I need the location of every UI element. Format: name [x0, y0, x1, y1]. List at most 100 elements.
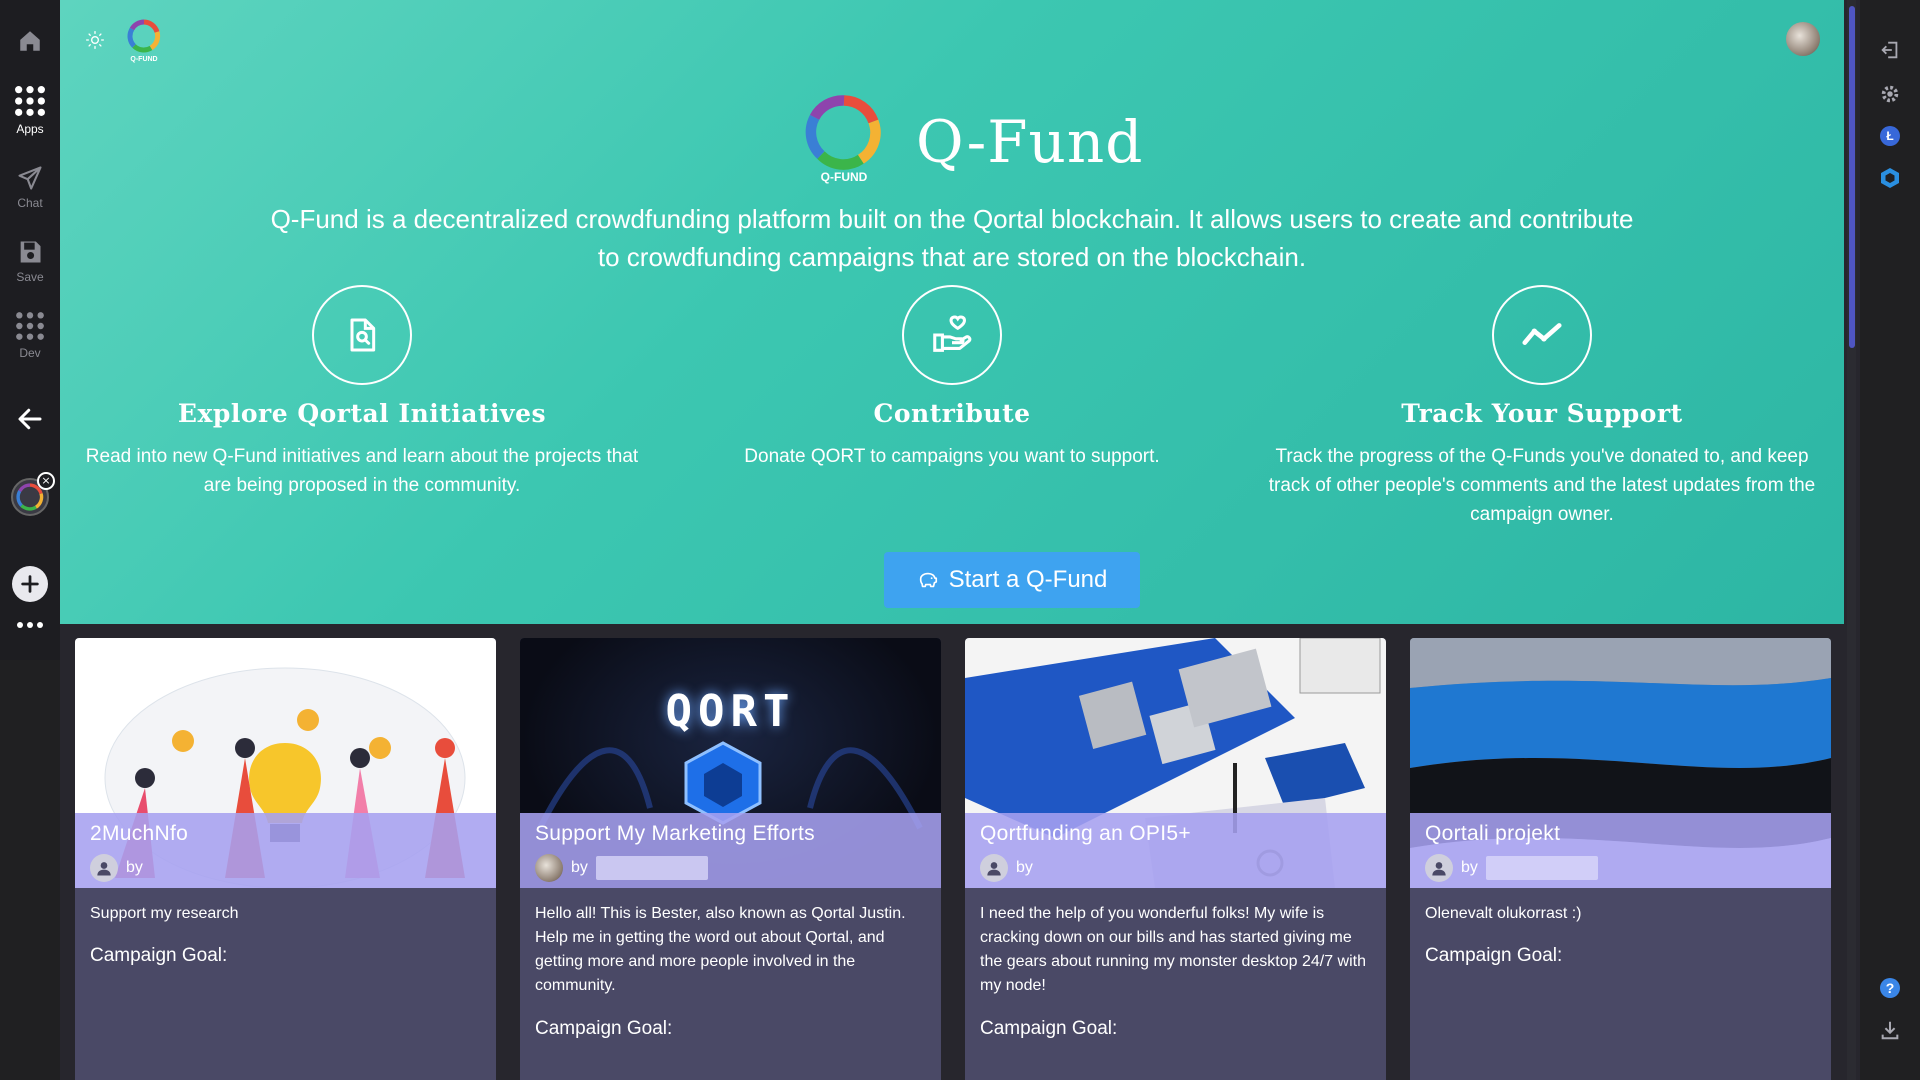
campaign-author: by — [1425, 854, 1598, 882]
dev-grid-icon — [16, 312, 44, 340]
campaign-author: by — [90, 854, 143, 882]
open-app-qfund[interactable]: × — [0, 472, 60, 516]
sun-icon — [86, 31, 105, 49]
download-button[interactable] — [1878, 1018, 1902, 1042]
author-avatar — [980, 854, 1008, 882]
feature-icon-circle — [1492, 285, 1592, 385]
author-name-redacted — [595, 856, 708, 880]
more-dots-icon — [17, 622, 43, 628]
feature-description: Track the progress of the Q-Funds you've… — [1268, 446, 1816, 525]
qortal-hex-icon — [1881, 168, 1899, 188]
by-label: by — [1461, 859, 1478, 876]
add-app-button[interactable] — [0, 566, 60, 602]
author-name-redacted — [1485, 856, 1598, 880]
feature-icon-circle — [902, 285, 1002, 385]
feature-track: Track Your Support Track the progress of… — [1252, 285, 1832, 529]
back-button[interactable] — [0, 404, 60, 434]
feature-description: Read into new Q-Fund initiatives and lea… — [85, 446, 639, 496]
campaign-card[interactable]: QORT Support My Marketing Efforts by Hel… — [520, 638, 941, 1080]
home-icon — [20, 31, 40, 51]
by-label: by — [1016, 859, 1033, 876]
right-sidebar: Ł ? — [1860, 0, 1920, 1080]
campaign-card[interactable]: 2MuchNfo by Support my research Campaign… — [75, 638, 496, 1080]
campaign-goal-label: Campaign Goal: — [535, 1018, 673, 1039]
person-icon — [97, 862, 111, 876]
author-avatar — [1425, 854, 1453, 882]
hero-section: Q-FUND Q-FUND Q-Fund Q-Fund is a decentr… — [60, 0, 1844, 624]
main-scrollbar-thumb[interactable] — [1849, 6, 1855, 348]
left-sidebar-nav: Apps Chat Save Dev × — [0, 0, 60, 660]
sidebar-item-label: Apps — [16, 122, 44, 136]
campaign-title: Support My Marketing Efforts — [535, 822, 815, 845]
person-icon — [1432, 862, 1446, 876]
theme-toggle-button[interactable] — [85, 30, 105, 54]
person-icon — [987, 862, 1001, 876]
campaign-card[interactable]: Qortali projekt by Olenevalt olukorrast … — [1410, 638, 1831, 1080]
piggy-bank-icon — [919, 572, 937, 588]
coin-icon: Ł — [1880, 126, 1900, 146]
campaign-author: by — [535, 854, 708, 882]
feature-title: Explore Qortal Initiatives — [177, 399, 547, 428]
intro-text: Q-Fund is a decentralized crowdfunding p… — [270, 204, 1634, 272]
author-avatar — [535, 854, 563, 882]
page-title: Q-Fund — [916, 108, 1144, 176]
wallet-button[interactable]: Ł — [1878, 124, 1902, 148]
campaign-description: Support my research — [90, 905, 239, 922]
feature-explore: Explore Qortal Initiatives Read into new… — [72, 285, 652, 500]
campaign-author: by — [980, 854, 1033, 882]
help-button[interactable]: ? — [1878, 976, 1902, 1000]
logout-button[interactable] — [1878, 38, 1902, 62]
sidebar-item-label: Dev — [19, 346, 41, 360]
sidebar-item-label: Save — [16, 270, 44, 284]
campaign-card[interactable]: Qortfunding an OPI5+ by I need the help … — [965, 638, 1386, 1080]
heart-hand-icon — [933, 315, 972, 352]
logout-icon — [1881, 41, 1898, 59]
campaign-description: I need the help of you wonderful folks! … — [980, 905, 1366, 994]
feature-icon-circle — [312, 285, 412, 385]
send-icon — [18, 166, 42, 190]
document-search-icon — [350, 318, 376, 352]
campaign-description: Olenevalt olukorrast :) — [1425, 905, 1582, 922]
qfund-logo-small[interactable]: Q-FUND — [120, 16, 168, 64]
author-avatar — [90, 854, 118, 882]
left-sidebar: Apps Chat Save Dev × — [0, 0, 60, 1080]
sidebar-item-save[interactable]: Save — [0, 238, 60, 284]
qfund-logo: Q-FUND — [802, 94, 886, 190]
campaign-title: Qortfunding an OPI5+ — [980, 822, 1191, 845]
home-button[interactable] — [0, 28, 60, 54]
close-app-icon[interactable]: × — [37, 472, 55, 490]
help-icon: ? — [1880, 978, 1900, 998]
by-label: by — [571, 859, 588, 876]
logo-caption-small: Q-FUND — [130, 56, 158, 63]
app-header: Q-FUND Q-Fund — [802, 94, 1143, 190]
more-button[interactable] — [0, 620, 60, 630]
gear-icon — [1881, 85, 1899, 103]
logo-caption: Q-FUND — [820, 170, 868, 184]
campaign-goal-label: Campaign Goal: — [980, 1018, 1118, 1039]
trend-line-icon — [1522, 323, 1562, 345]
apps-grid-icon — [15, 86, 45, 116]
qortal-button[interactable] — [1878, 166, 1902, 190]
by-label: by — [126, 859, 143, 876]
start-qfund-button[interactable]: Start a Q-Fund — [884, 552, 1140, 608]
sidebar-item-dev[interactable]: Dev — [0, 310, 60, 360]
sidebar-item-chat[interactable]: Chat — [0, 164, 60, 210]
user-avatar[interactable] — [1786, 22, 1820, 56]
campaign-goal-label: Campaign Goal: — [1425, 945, 1563, 966]
feature-title: Contribute — [873, 399, 1031, 428]
start-button-label: Start a Q-Fund — [948, 566, 1108, 593]
plus-icon — [12, 566, 48, 602]
feature-title: Track Your Support — [1401, 399, 1683, 428]
sidebar-item-label: Chat — [17, 196, 43, 210]
download-icon — [1881, 1021, 1899, 1040]
campaign-title: 2MuchNfo — [90, 822, 189, 845]
arrow-left-icon — [18, 408, 42, 430]
settings-button[interactable] — [1878, 82, 1902, 106]
feature-description: Donate QORT to campaigns you want to sup… — [744, 446, 1160, 467]
campaign-title: Qortali projekt — [1425, 822, 1561, 845]
campaign-description: Hello all! This is Bester, also known as… — [535, 905, 906, 994]
sidebar-item-apps[interactable]: Apps — [0, 84, 60, 136]
feature-contribute: Contribute Donate QORT to campaigns you … — [662, 285, 1242, 471]
campaign-goal-label: Campaign Goal: — [90, 945, 228, 966]
save-icon — [20, 241, 41, 263]
